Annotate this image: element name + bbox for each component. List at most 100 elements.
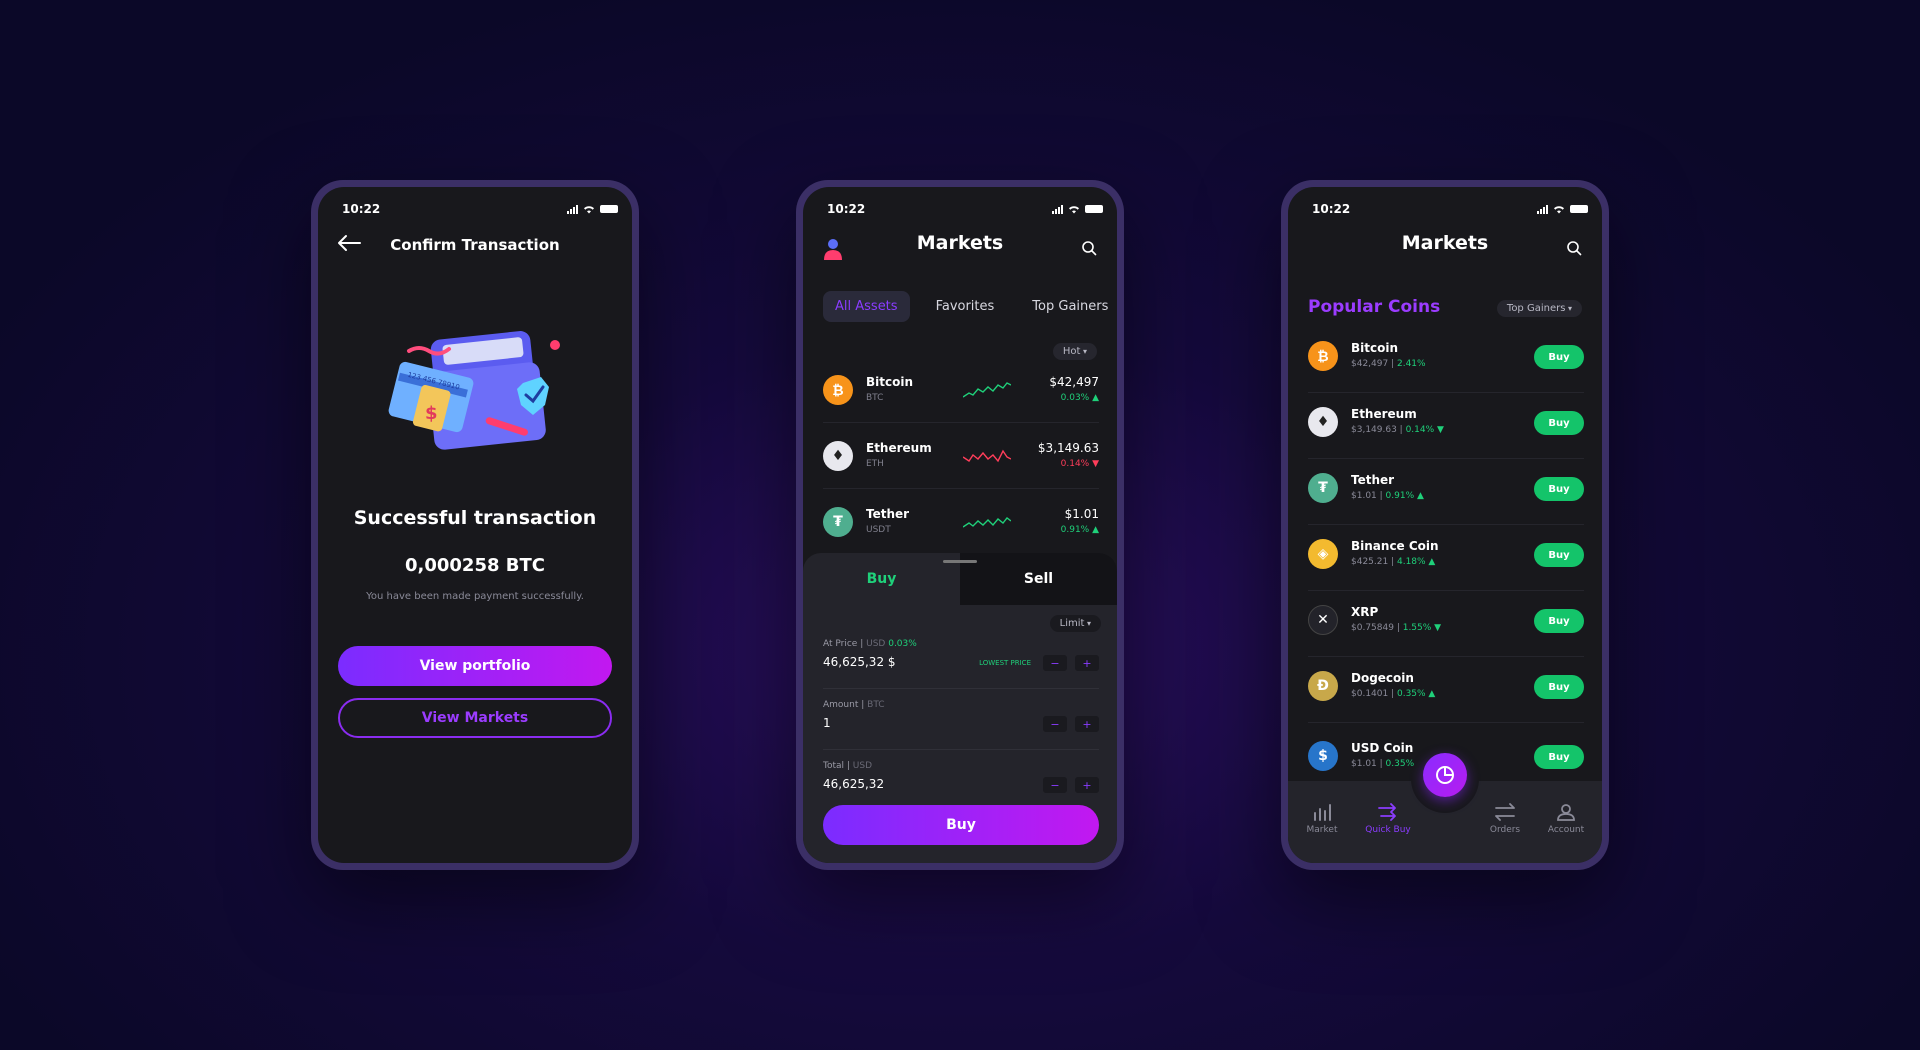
coin-name: Bitcoin <box>1351 341 1399 355</box>
list-item[interactable]: ◈ Binance Coin $425.21 | 4.18% ▲ Buy <box>1308 525 1584 591</box>
coin-symbol: BTC <box>866 393 884 403</box>
search-icon[interactable] <box>1566 240 1582 256</box>
coin-name: Ethereum <box>1351 407 1417 421</box>
phone-confirm-transaction: 10:22 Confirm Transaction 123 456 78910 … <box>311 180 639 870</box>
coin-price-change: $0.75849 | 1.55% ▼ <box>1351 623 1442 633</box>
trade-sheet: Buy Sell Limit At Price | USD 0.03% 46,6… <box>803 553 1117 863</box>
page-title: Markets <box>916 232 1004 254</box>
increase-button[interactable]: + <box>1075 777 1099 793</box>
decrease-button[interactable]: − <box>1043 716 1067 732</box>
coin-name: XRP <box>1351 605 1379 619</box>
sort-dropdown[interactable]: Hot <box>1052 343 1097 360</box>
wifi-icon <box>1554 205 1564 213</box>
bottom-nav: Market Quick Buy Orders Account <box>1288 745 1602 863</box>
total-field[interactable]: Total | USD 46,625,32 − + <box>823 761 1099 811</box>
pie-chart-icon <box>1436 766 1454 784</box>
list-item[interactable]: ✕ XRP $0.75849 | 1.55% ▼ Buy <box>1308 591 1584 657</box>
coin-name: Ethereum <box>866 441 932 455</box>
at-price-field[interactable]: At Price | USD 0.03% 46,625,32 $ LOWEST … <box>823 639 1099 689</box>
list-item[interactable]: Ð Dogecoin $0.1401 | 0.35% ▲ Buy <box>1308 657 1584 723</box>
total-label: Total | USD <box>823 761 873 771</box>
amount-field[interactable]: Amount | BTC 1 − + <box>823 700 1099 750</box>
tab-sell[interactable]: Sell <box>960 553 1117 605</box>
list-item[interactable]: ₮ Tether $1.01 | 0.91% ▲ Buy <box>1308 459 1584 525</box>
buy-submit-button[interactable]: Buy <box>823 805 1099 845</box>
coin-price: $1.01 <box>1064 507 1099 521</box>
amount-label: Amount | BTC <box>823 700 885 710</box>
buy-button[interactable]: Buy <box>1534 477 1584 501</box>
wifi-icon <box>1069 205 1079 213</box>
signal-icon <box>567 204 578 214</box>
screen: 10:22 Markets All Assets Favorites Top G… <box>803 187 1117 863</box>
list-item[interactable]: ₿ Bitcoin $42,497 | 2.41% Buy <box>1308 327 1584 393</box>
order-type-dropdown[interactable]: Limit <box>1049 615 1101 632</box>
portfolio-fab[interactable] <box>1423 753 1467 797</box>
phone-markets-trade: 10:22 Markets All Assets Favorites Top G… <box>796 180 1124 870</box>
status-icons <box>1052 204 1103 214</box>
coin-change: 0.91% ▲ <box>1060 525 1099 535</box>
nav-market[interactable]: Market <box>1292 803 1352 835</box>
coin-symbol: USDT <box>866 525 891 535</box>
list-item[interactable]: ♦ Ethereum $3,149.63 | 0.14% ▼ Buy <box>1308 393 1584 459</box>
battery-icon <box>600 205 618 213</box>
list-item[interactable]: ₿ Bitcoin BTC $42,497 0.03% ▲ <box>823 363 1099 423</box>
coin-symbol: ETH <box>866 459 884 469</box>
nav-account[interactable]: Account <box>1536 803 1596 835</box>
amount-stepper: − + <box>1043 716 1099 732</box>
buy-button[interactable]: Buy <box>1534 345 1584 369</box>
dogecoin-icon: Ð <box>1308 671 1338 701</box>
coin-price-change: $0.1401 | 0.35% ▲ <box>1351 689 1436 699</box>
buy-button[interactable]: Buy <box>1534 411 1584 435</box>
list-item[interactable]: ₮ Tether USDT $1.01 0.91% ▲ <box>823 495 1099 555</box>
page-title: Markets <box>1401 232 1489 254</box>
tab-top-gainers[interactable]: Top Gainers <box>1020 291 1117 322</box>
buy-button[interactable]: Buy <box>1534 609 1584 633</box>
coin-name: Bitcoin <box>866 375 914 389</box>
sparkline <box>963 449 1011 463</box>
increase-button[interactable]: + <box>1075 716 1099 732</box>
tab-buy[interactable]: Buy <box>803 553 960 605</box>
tether-icon: ₮ <box>1308 473 1338 503</box>
decrease-button[interactable]: − <box>1043 655 1067 671</box>
signal-icon <box>1052 204 1063 214</box>
signal-icon <box>1537 204 1548 214</box>
status-bar: 10:22 <box>1312 201 1588 217</box>
total-stepper: − + <box>1043 777 1099 793</box>
nav-label: Quick Buy <box>1365 825 1411 835</box>
bitcoin-icon: ₿ <box>823 375 853 405</box>
buy-button[interactable]: Buy <box>1534 675 1584 699</box>
buy-button[interactable]: Buy <box>1534 543 1584 567</box>
tab-favorites[interactable]: Favorites <box>924 291 1007 322</box>
svg-text:$: $ <box>425 403 438 424</box>
battery-icon <box>1085 205 1103 213</box>
status-time: 10:22 <box>342 202 381 216</box>
tab-all-assets[interactable]: All Assets <box>823 291 910 322</box>
lowest-price-tag: LOWEST PRICE <box>979 659 1031 667</box>
coin-name: Tether <box>1351 473 1395 487</box>
bar-chart-icon <box>1314 804 1331 821</box>
filter-dropdown[interactable]: Top Gainers <box>1496 300 1582 317</box>
nav-orders[interactable]: Orders <box>1475 803 1535 835</box>
section-title: Popular Coins <box>1308 297 1441 317</box>
search-icon[interactable] <box>1081 240 1097 256</box>
xrp-icon: ✕ <box>1308 605 1338 635</box>
view-markets-button[interactable]: View Markets <box>338 698 612 738</box>
at-price-label: At Price | USD 0.03% <box>823 639 917 649</box>
quick-buy-icon <box>1378 803 1396 821</box>
decrease-button[interactable]: − <box>1043 777 1067 793</box>
increase-button[interactable]: + <box>1075 655 1099 671</box>
status-icons <box>567 204 618 214</box>
page-title: Confirm Transaction <box>390 236 560 254</box>
sheet-handle[interactable] <box>943 560 977 563</box>
coin-price-change: $1.01 | 0.91% ▲ <box>1351 491 1424 501</box>
status-bar: 10:22 <box>827 201 1103 217</box>
buy-button[interactable]: Buy <box>1534 745 1584 769</box>
coin-change: 0.03% ▲ <box>1060 393 1099 403</box>
coin-name: Binance Coin <box>1351 539 1439 553</box>
list-item[interactable]: ♦ Ethereum ETH $3,149.63 0.14% ▼ <box>823 429 1099 489</box>
view-portfolio-button[interactable]: View portfolio <box>338 646 612 686</box>
wallet-illustration: 123 456 78910 $ <box>388 331 560 450</box>
nav-quick-buy[interactable]: Quick Buy <box>1358 803 1418 835</box>
ethereum-icon: ♦ <box>823 441 853 471</box>
coin-price-change: $42,497 | 2.41% <box>1351 359 1426 369</box>
